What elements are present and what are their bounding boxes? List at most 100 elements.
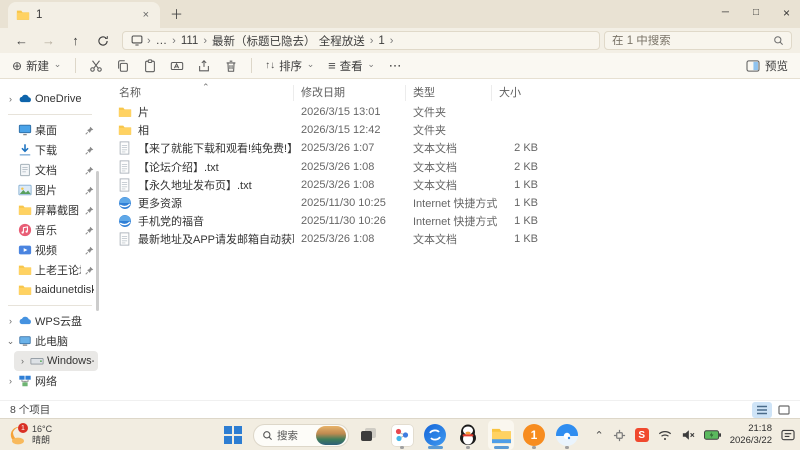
sidebar-item[interactable]: 桌面 <box>2 120 98 140</box>
file-row[interactable]: 片 2026/3/15 13:01 文件夹 <box>116 103 790 121</box>
delete-button[interactable] <box>224 59 238 73</box>
sidebar-item[interactable]: › 网络 <box>2 371 98 391</box>
close-button[interactable]: × <box>783 7 790 19</box>
up-button[interactable]: ↑ <box>62 33 89 48</box>
explorer-search-box[interactable] <box>604 31 792 50</box>
column-header-type[interactable]: 类型 <box>406 85 492 101</box>
file-row[interactable]: 【永久地址发布页】.txt 2025/3/26 1:08 文本文档 1 KB <box>116 176 790 194</box>
sidebar-item[interactable]: ⌄ 此电脑 <box>2 331 98 351</box>
qq-app[interactable] <box>455 420 481 450</box>
taskbar-search[interactable]: 搜索 <box>253 423 349 447</box>
breadcrumb-segment[interactable]: … <box>152 35 172 47</box>
volume-muted-icon[interactable] <box>681 429 695 441</box>
sort-button[interactable]: ↑↓ 排序 ⌄ <box>265 58 315 74</box>
search-input[interactable] <box>612 34 752 47</box>
column-headers: 名称 ⌃ 修改日期 类型 大小 <box>116 82 790 103</box>
tab-close-icon[interactable]: × <box>140 9 152 22</box>
pin-icon <box>85 206 94 215</box>
column-header-date[interactable]: 修改日期 <box>294 85 406 101</box>
new-tab-button[interactable]: ＋ <box>170 4 183 23</box>
file-row[interactable]: 【来了就能下载和观看!纯免费!】.txt 2025/3/26 1:07 文本文档 2 … <box>116 139 790 157</box>
forward-button[interactable]: → <box>35 33 62 48</box>
column-header-size[interactable]: 大小 <box>492 85 542 101</box>
task-view-button[interactable] <box>356 420 382 450</box>
details-view-button[interactable] <box>752 401 772 418</box>
file-row[interactable]: 【论坛介绍】.txt 2025/3/26 1:08 文本文档 2 KB <box>116 158 790 176</box>
large-icons-view-button[interactable] <box>774 402 794 418</box>
back-button[interactable]: ← <box>8 33 35 48</box>
file-row[interactable]: 最新地址及APP请发邮箱自动获取!!!.txt 2025/3/26 1:08 文本文… <box>116 230 790 248</box>
chevron-right-icon[interactable]: › <box>6 94 15 104</box>
column-header-name[interactable]: 名称 ⌃ <box>116 82 294 101</box>
chevron-down-icon: ⌄ <box>367 59 375 69</box>
folder-icon <box>18 263 32 277</box>
taskbar-clock[interactable]: 21:18 2026/3/22 <box>730 423 772 448</box>
quark-browser-app[interactable] <box>554 420 580 450</box>
file-name: 【永久地址发布页】.txt <box>138 179 252 192</box>
share-circles-app[interactable] <box>389 420 415 450</box>
hidden-icons-chevron[interactable]: ⌃ <box>595 429 604 442</box>
share-button[interactable] <box>197 59 211 73</box>
sidebar-item-label: OneDrive <box>35 93 82 105</box>
file-row[interactable]: 相 2026/3/15 12:42 文件夹 <box>116 121 790 139</box>
chevron-right-icon[interactable]: › <box>18 356 27 366</box>
preview-toggle[interactable]: 预览 <box>746 58 788 74</box>
folder-icon <box>18 203 32 217</box>
battery-icon[interactable] <box>703 430 721 440</box>
sidebar-item[interactable]: › WPS云盘 <box>2 311 98 331</box>
blue-swirl-browser[interactable] <box>422 420 448 450</box>
file-name: 手机党的福音 <box>138 216 204 229</box>
explorer-tab[interactable]: 1 × <box>8 2 160 28</box>
copy-button[interactable] <box>116 59 130 73</box>
sidebar-item[interactable]: 图片 <box>2 180 98 200</box>
sidebar-item[interactable]: 屏幕截图 <box>2 200 98 220</box>
breadcrumb-segment[interactable]: 111 <box>177 35 202 47</box>
file-name: 【来了就能下载和观看!纯免费!】.txt <box>138 143 294 156</box>
chevron-right-icon[interactable]: › <box>6 316 15 326</box>
paste-button[interactable] <box>143 58 157 73</box>
sidebar-item[interactable]: baidunetdiskdo <box>2 280 98 300</box>
sidebar-item[interactable]: 视频 <box>2 240 98 260</box>
file-explorer-app[interactable] <box>488 420 514 450</box>
refresh-button[interactable] <box>89 33 116 48</box>
sidebar-item[interactable]: 文档 <box>2 160 98 180</box>
view-button[interactable]: ≡ 查看 ⌄ <box>328 58 376 74</box>
weather-temperature: 16°C <box>32 423 53 434</box>
remote-app-icon[interactable] <box>613 429 626 442</box>
sidebar-item[interactable]: › OneDrive <box>2 89 98 109</box>
sidebar-item[interactable]: › Windows-SSD <box>14 351 98 371</box>
sidebar-item-label: 上老王论坛当 <box>35 265 81 277</box>
tab-bar: 1 × ＋ ─ □ × <box>0 0 800 28</box>
orange-app[interactable]: 1 <box>521 420 547 450</box>
breadcrumb-segment[interactable]: 1 <box>374 35 388 47</box>
pin-icon <box>85 186 94 195</box>
weather-icon: 1 <box>4 423 28 447</box>
sidebar-item-label: 视频 <box>35 245 57 257</box>
file-row[interactable]: 手机党的福音 2025/11/30 10:26 Internet 快捷方式 1 KB <box>116 212 790 230</box>
cut-button[interactable] <box>89 59 103 73</box>
screen: 1 × ＋ ─ □ × ← → ↑ ›… › 111 › 最新（标题已隐去） 全程放送 › <box>0 0 800 450</box>
rename-button[interactable] <box>170 59 184 73</box>
sidebar-scrollbar[interactable] <box>96 171 99 311</box>
sogou-input-icon[interactable]: S <box>634 428 649 442</box>
minimize-button[interactable]: ─ <box>722 8 729 18</box>
sidebar-item[interactable]: 下载 <box>2 140 98 160</box>
sidebar-item[interactable]: 上老王论坛当 <box>2 260 98 280</box>
chevron-right-icon[interactable]: › <box>6 376 15 386</box>
file-type: 文本文档 <box>413 143 457 156</box>
command-toolbar: ⊕ 新建 ⌄ ↑↓ 排序 ⌄ ≡ 查看 ⌄ ⋯ 预览 <box>0 53 800 79</box>
wifi-icon[interactable] <box>658 430 672 441</box>
sidebar-item-label: 此电脑 <box>35 336 68 348</box>
notification-center-icon[interactable] <box>781 429 795 442</box>
breadcrumb-segment[interactable]: 最新（标题已隐去） 全程放送 <box>208 33 369 49</box>
this-pc-icon[interactable] <box>130 34 144 48</box>
maximize-button[interactable]: □ <box>753 8 759 18</box>
sidebar-item[interactable]: 音乐 <box>2 220 98 240</box>
new-button[interactable]: ⊕ 新建 ⌄ <box>12 58 62 74</box>
file-row[interactable]: 更多资源 2025/11/30 10:25 Internet 快捷方式 1 KB <box>116 194 790 212</box>
folder-icon <box>16 8 30 22</box>
more-options-button[interactable]: ⋯ <box>389 58 402 74</box>
weather-widget[interactable]: 1 16°C 晴朗 <box>4 421 52 449</box>
start-button[interactable] <box>220 420 246 450</box>
chevron-down-icon[interactable]: ⌄ <box>6 336 15 347</box>
